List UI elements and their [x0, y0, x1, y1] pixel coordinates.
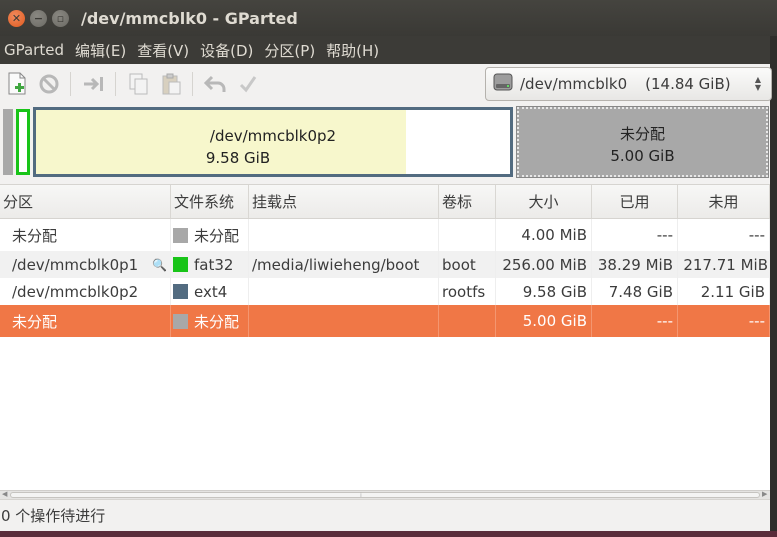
scroll-right-icon[interactable]: ▶: [762, 490, 767, 498]
row-label: [439, 305, 496, 337]
table-row-selected[interactable]: 未分配 未分配 5.00 GiB --- ---: [0, 305, 770, 337]
copy-icon[interactable]: [124, 69, 154, 99]
scroll-left-icon[interactable]: ◀: [2, 490, 7, 498]
paste-icon[interactable]: [156, 69, 186, 99]
partition-table: 分区 文件系统 挂载点 卷标 大小 已用 未用 未分配 未分配 4.00 MiB…: [0, 184, 770, 490]
row-partition: /dev/mmcblk0p2: [12, 282, 139, 301]
key-icon: 🔍: [152, 257, 167, 272]
row-partition: 未分配: [12, 226, 58, 245]
row-mount: [249, 305, 439, 337]
main-window: /dev/mmcblk0 (14.84 GiB) ▲ ▼ /dev/mmcblk0…: [0, 64, 772, 531]
disk-map-ext4-name: /dev/mmcblk0p2: [209, 127, 337, 145]
row-unused: 217.71 MiB: [678, 251, 770, 278]
scrollbar-thumb[interactable]: [10, 492, 760, 498]
disk-map-unalloc-size: 5.00 GiB: [610, 147, 675, 165]
horizontal-scrollbar[interactable]: ◀ ⁞ ▶: [0, 490, 770, 499]
apply-icon[interactable]: [233, 69, 263, 99]
row-used: ---: [592, 219, 678, 251]
row-unused: ---: [678, 219, 770, 251]
row-used: 7.48 GiB: [592, 278, 678, 305]
disk-map-ext4-partition[interactable]: /dev/mmcblk0p2 9.58 GiB: [33, 107, 513, 177]
toolbar: /dev/mmcblk0 (14.84 GiB) ▲ ▼: [0, 64, 772, 104]
col-size[interactable]: 大小: [496, 185, 592, 218]
menu-view[interactable]: 查看(V): [133, 40, 194, 61]
menu-device[interactable]: 设备(D): [196, 40, 258, 61]
disk-map-unallocated-large[interactable]: 未分配 5.00 GiB: [516, 106, 769, 178]
row-unused: 2.11 GiB: [678, 278, 770, 305]
resize-move-icon[interactable]: [79, 69, 109, 99]
row-fs: 未分配: [194, 312, 240, 331]
row-partition: /dev/mmcblk0p1: [12, 255, 139, 274]
drive-icon: [492, 71, 514, 97]
row-fs: ext4: [194, 282, 228, 301]
row-size: 9.58 GiB: [496, 278, 592, 305]
scrollbar-grip-icon: ⁞: [360, 492, 362, 499]
row-label: boot: [439, 251, 496, 278]
row-mount: [249, 219, 439, 251]
menu-partition[interactable]: 分区(P): [260, 40, 320, 61]
row-mount: /media/liwieheng/boot: [249, 251, 439, 278]
row-used: 38.29 MiB: [592, 251, 678, 278]
window-title: /dev/mmcblk0 - GParted: [81, 8, 298, 28]
toolbar-separator: [192, 72, 193, 96]
table-row[interactable]: /dev/mmcblk0p1 🔍 fat32 /media/liwieheng/b…: [0, 251, 770, 278]
col-partition[interactable]: 分区: [0, 185, 171, 218]
device-selector[interactable]: /dev/mmcblk0 (14.84 GiB) ▲ ▼: [485, 67, 772, 101]
row-partition: 未分配: [12, 312, 58, 331]
menu-help[interactable]: 帮助(H): [322, 40, 384, 61]
menu-edit[interactable]: 编辑(E): [71, 40, 131, 61]
row-size: 256.00 MiB: [496, 251, 592, 278]
row-label: [439, 219, 496, 251]
desktop-background-bottom: [0, 531, 777, 537]
menu-bar: GParted 编辑(E) 查看(V) 设备(D) 分区(P) 帮助(H): [0, 36, 777, 64]
device-name: /dev/mmcblk0: [520, 75, 628, 93]
pending-operations-status: 0 个操作待进行: [1, 507, 106, 525]
fs-color-swatch: [173, 227, 188, 243]
maximize-window-button[interactable]: ▫: [52, 9, 69, 27]
fs-color-swatch: [173, 284, 188, 299]
chevron-updown-icon: ▲ ▼: [754, 75, 761, 92]
row-fs: fat32: [194, 255, 234, 274]
delete-icon[interactable]: [34, 69, 64, 99]
device-size: (14.84 GiB): [645, 75, 731, 93]
row-used: ---: [592, 305, 678, 337]
col-used[interactable]: 已用: [592, 185, 678, 218]
new-partition-icon[interactable]: [2, 69, 32, 99]
col-label[interactable]: 卷标: [439, 185, 496, 218]
close-window-button[interactable]: ✕: [8, 9, 25, 27]
disk-map-unalloc-label: 未分配 5.00 GiB: [519, 123, 766, 167]
disk-map: /dev/mmcblk0p2 9.58 GiB 未分配 5.00 GiB: [0, 104, 777, 184]
row-fs: 未分配: [194, 226, 240, 245]
title-bar: ✕ − ▫ /dev/mmcblk0 - GParted: [0, 0, 777, 36]
minimize-window-button[interactable]: −: [30, 9, 47, 27]
disk-map-unalloc-name: 未分配: [619, 125, 665, 143]
status-bar: 0 个操作待进行: [0, 499, 770, 531]
disk-map-ext4-label: /dev/mmcblk0p2 9.58 GiB: [36, 125, 510, 169]
row-size: 5.00 GiB: [496, 305, 592, 337]
undo-icon[interactable]: [201, 69, 231, 99]
col-mountpoint[interactable]: 挂载点: [249, 185, 439, 218]
col-filesystem[interactable]: 文件系统: [171, 185, 249, 218]
fs-color-swatch: [173, 313, 188, 329]
disk-map-ext4-size: 9.58 GiB: [205, 149, 271, 167]
row-size: 4.00 MiB: [496, 219, 592, 251]
row-unused: ---: [678, 305, 770, 337]
table-row[interactable]: 未分配 未分配 4.00 MiB --- ---: [0, 219, 770, 251]
col-unused[interactable]: 未用: [678, 185, 770, 218]
menu-gparted[interactable]: GParted: [0, 41, 69, 59]
row-label: rootfs: [439, 278, 496, 305]
toolbar-separator: [70, 72, 71, 96]
fs-color-swatch: [173, 257, 188, 272]
table-row[interactable]: /dev/mmcblk0p2 ext4 rootfs 9.58 GiB 7.48…: [0, 278, 770, 305]
table-header: 分区 文件系统 挂载点 卷标 大小 已用 未用: [0, 185, 770, 219]
toolbar-separator: [115, 72, 116, 96]
row-mount: [249, 278, 439, 305]
